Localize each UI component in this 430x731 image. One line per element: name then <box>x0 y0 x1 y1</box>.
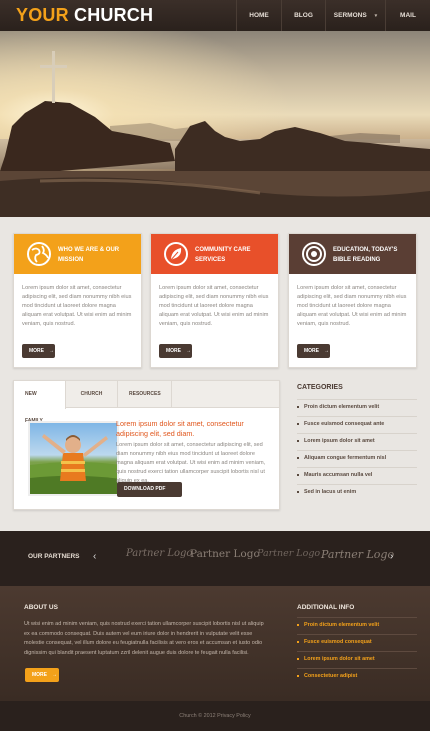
main-nav: HOME BLOG SERMONS ▾ MAIL <box>236 0 430 31</box>
tab-heading: Lorem ipsum dolor sit amet, consectetur … <box>116 419 244 438</box>
chevron-left-icon[interactable]: ‹ <box>93 551 96 562</box>
nav-sermons-label: SERMONS <box>333 12 367 19</box>
nav-sermons[interactable]: SERMONS ▾ <box>325 0 385 31</box>
more-button-label: MORE <box>166 348 181 354</box>
more-button-label: MORE <box>304 348 319 354</box>
tab-new-family[interactable]: NEW FAMILY <box>14 381 66 424</box>
additional-info-title: ADDITIONAL INFO <box>297 604 355 611</box>
partners-strip: OUR PARTNERS ‹ Partner Logo Partner Logo… <box>0 531 430 586</box>
hero-landscape-image <box>0 31 430 217</box>
about-more-button[interactable]: MORE → <box>25 668 59 682</box>
partners-title: OUR PARTNERS <box>28 553 80 560</box>
about-text: Ut wisi enim ad minim veniam, quis nostr… <box>24 621 264 656</box>
feature-title: COMMUNITY CARE SERVICES <box>195 247 251 263</box>
feature-box-community: COMMUNITY CARE SERVICES Lorem ipsum dolo… <box>150 233 279 368</box>
about-more-label: MORE <box>32 672 47 678</box>
arrow-right-icon: → <box>49 348 54 354</box>
feature-title: WHO WE ARE & OUR MISSION <box>58 247 120 263</box>
tab-text: Lorem ipsum dolor sit amet, consectetur … <box>116 442 266 484</box>
logo-word-church: CHURCH <box>74 5 154 25</box>
globe-icon <box>27 242 51 266</box>
about-title: ABOUT US <box>24 604 58 611</box>
arrow-right-icon: → <box>324 348 329 354</box>
more-button[interactable]: MORE → <box>159 344 192 358</box>
nav-home[interactable]: HOME <box>236 0 281 31</box>
feature-header: EDUCATION, TODAY'S BIBLE READING <box>289 234 416 274</box>
categories-widget: CATEGORIES Proin dictum elementum velit … <box>297 384 417 501</box>
chevron-down-icon: ▾ <box>374 13 378 19</box>
leaf-icon <box>164 242 188 266</box>
more-button[interactable]: MORE → <box>297 344 330 358</box>
nav-mail[interactable]: MAIL <box>385 0 430 31</box>
tab-bar: NEW FAMILY CHURCH RESOURCES <box>14 381 279 424</box>
tab-resources[interactable]: RESOURCES <box>118 381 172 408</box>
hero-slider <box>0 31 430 217</box>
arrow-right-icon: → <box>52 672 57 678</box>
tabs-panel: NEW FAMILY CHURCH RESOURCES Lorem ipsum … <box>13 380 280 510</box>
category-link[interactable]: Fusce euismod consequat ante <box>297 416 417 433</box>
download-pdf-label: DOWNLOAD PDF FILE <box>124 486 166 507</box>
download-pdf-button[interactable]: DOWNLOAD PDF FILE → <box>117 482 182 507</box>
more-button[interactable]: MORE → <box>22 344 55 358</box>
nav-blog[interactable]: BLOG <box>281 0 325 31</box>
child-photo <box>28 421 119 496</box>
partner-logo[interactable]: Partner Logo <box>126 548 192 559</box>
category-link[interactable]: Mauris accumsan nulla vel <box>297 467 417 484</box>
footer-text[interactable]: Church © 2012 Privacy Policy <box>179 713 250 719</box>
additional-info-link[interactable]: Proin dictum elementum velit <box>297 617 417 634</box>
arrow-right-icon: → <box>186 348 191 354</box>
chevron-right-icon[interactable]: › <box>390 551 393 562</box>
category-link[interactable]: Lorem ipsum dolor sit amet <box>297 433 417 450</box>
additional-info-link[interactable]: Fusce euismod consequat <box>297 634 417 651</box>
logo-word-your: YOUR <box>16 5 69 25</box>
category-link[interactable]: Sed in lacus ut enim <box>297 484 417 501</box>
more-button-label: MORE <box>29 348 44 354</box>
site-logo[interactable]: YOUR CHURCH <box>16 5 153 26</box>
arrow-right-icon: → <box>138 501 144 507</box>
feature-text: Lorem ipsum dolor sit amet, consectetur … <box>297 285 407 327</box>
category-link[interactable]: Proin dictum elementum velit <box>297 399 417 416</box>
additional-info-list: Proin dictum elementum velit Fusce euism… <box>297 617 417 685</box>
additional-info-link[interactable]: Consectetuer adipist <box>297 668 417 685</box>
additional-info-link[interactable]: Lorem ipsum dolor sit amet <box>297 651 417 668</box>
feature-header: WHO WE ARE & OUR MISSION <box>14 234 141 274</box>
feature-text: Lorem ipsum dolor sit amet, consectetur … <box>22 285 132 327</box>
categories-title: CATEGORIES <box>297 384 343 391</box>
info-section: ABOUT US Ut wisi enim ad minim veniam, q… <box>0 586 430 701</box>
feature-title: EDUCATION, TODAY'S BIBLE READING <box>333 247 398 263</box>
site-footer: Church © 2012 Privacy Policy <box>0 701 430 731</box>
category-link[interactable]: Aliquam congue fermentum nisl <box>297 450 417 467</box>
tab-church[interactable]: CHURCH <box>66 381 118 408</box>
site-header: YOUR CHURCH HOME BLOG SERMONS ▾ MAIL <box>0 0 430 31</box>
partner-logo[interactable]: Partner Logo <box>321 548 394 561</box>
partner-logo[interactable]: Partner Logo <box>257 548 320 559</box>
feature-box-education: EDUCATION, TODAY'S BIBLE READING Lorem i… <box>288 233 417 368</box>
feature-text: Lorem ipsum dolor sit amet, consectetur … <box>159 285 269 327</box>
target-icon <box>302 242 326 266</box>
feature-box-mission: WHO WE ARE & OUR MISSION Lorem ipsum dol… <box>13 233 142 368</box>
partner-logo[interactable]: Partner Logo <box>190 548 260 560</box>
feature-header: COMMUNITY CARE SERVICES <box>151 234 278 274</box>
